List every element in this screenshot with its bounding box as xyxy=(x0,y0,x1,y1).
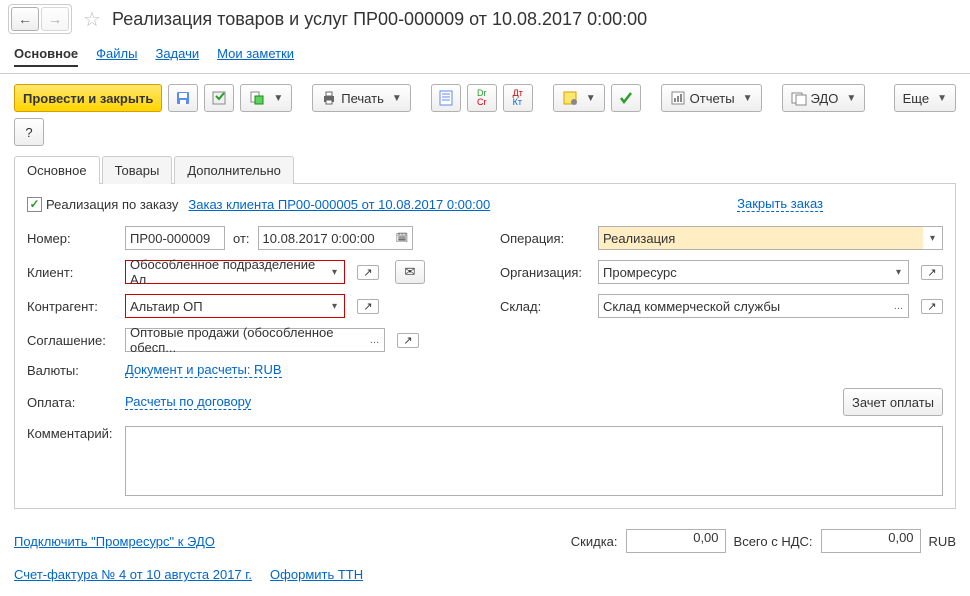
ttn-link[interactable]: Оформить ТТН xyxy=(270,567,363,582)
organization-label: Организация: xyxy=(500,265,590,280)
discount-label: Скидка: xyxy=(571,534,618,549)
operation-input[interactable]: Реализация xyxy=(598,226,923,250)
partner-label: Контрагент: xyxy=(27,299,117,314)
date-input[interactable]: 10.08.2017 0:00:00 xyxy=(258,226,393,250)
warehouse-picker-icon[interactable]: … xyxy=(889,294,909,318)
operation-label: Операция: xyxy=(500,231,590,246)
invoice-link[interactable]: Счет-фактура № 4 от 10 августа 2017 г. xyxy=(14,567,252,582)
comment-textarea[interactable] xyxy=(125,426,943,496)
more-button[interactable]: Еще▼ xyxy=(894,84,956,112)
order-link[interactable]: Заказ клиента ПР00-000005 от 10.08.2017 … xyxy=(188,197,490,212)
post-button[interactable] xyxy=(204,84,234,112)
currency-link[interactable]: Документ и расчеты: RUB xyxy=(125,362,282,378)
tab-main[interactable]: Основное xyxy=(14,156,100,184)
currency-label: Валюты: xyxy=(27,363,117,378)
organization-input[interactable]: Промресурс xyxy=(598,260,889,284)
nav-forward-button[interactable]: → xyxy=(41,7,69,31)
reports-button[interactable]: Отчеты▼ xyxy=(661,84,762,112)
partner-open-button[interactable]: ↗ xyxy=(357,299,379,314)
agreement-label: Соглашение: xyxy=(27,333,117,348)
doc-button[interactable] xyxy=(431,84,461,112)
warehouse-input[interactable]: Склад коммерческой службы xyxy=(598,294,889,318)
agreement-picker-icon[interactable]: … xyxy=(365,328,385,352)
partner-input[interactable]: Альтаир ОП xyxy=(125,294,325,318)
client-open-button[interactable]: ↗ xyxy=(357,265,379,280)
payment-offset-button[interactable]: Зачет оплаты xyxy=(843,388,943,416)
agreement-open-button[interactable]: ↗ xyxy=(397,333,419,348)
number-input[interactable]: ПР00-000009 xyxy=(125,226,225,250)
navtab-notes[interactable]: Мои заметки xyxy=(217,42,294,67)
post-and-close-button[interactable]: Провести и закрыть xyxy=(14,84,162,112)
navtab-files[interactable]: Файлы xyxy=(96,42,137,67)
warehouse-open-button[interactable]: ↗ xyxy=(921,299,943,314)
tab-goods[interactable]: Товары xyxy=(102,156,173,184)
create-based-button[interactable]: ▼ xyxy=(240,84,292,112)
currency-label-footer: RUB xyxy=(929,534,956,549)
dtkt-button[interactable]: ДтКт xyxy=(503,84,533,112)
organization-open-button[interactable]: ↗ xyxy=(921,265,943,280)
tab-extra[interactable]: Дополнительно xyxy=(174,156,294,184)
discount-input[interactable]: 0,00 xyxy=(626,529,726,553)
client-dropdown-icon[interactable]: ▾ xyxy=(325,260,345,284)
total-label: Всего с НДС: xyxy=(734,534,813,549)
client-label: Клиент: xyxy=(27,265,117,280)
operation-dropdown-icon[interactable]: ▾ xyxy=(923,226,943,250)
payment-label: Оплата: xyxy=(27,395,117,410)
calendar-icon[interactable]: 🗓 xyxy=(393,226,413,250)
connect-edo-link[interactable]: Подключить "Промресурс" к ЭДО xyxy=(14,534,215,549)
save-button[interactable] xyxy=(168,84,198,112)
comment-label: Комментарий: xyxy=(27,426,117,441)
drcr-button[interactable]: DrCr xyxy=(467,84,497,112)
agreement-input[interactable]: Оптовые продажи (обособленное обесп... xyxy=(125,328,365,352)
print-button[interactable]: Печать▼ xyxy=(312,84,411,112)
mail-button[interactable]: ✉ xyxy=(395,260,425,284)
client-input[interactable]: Обособленное подразделение Ал xyxy=(125,260,325,284)
total-input[interactable]: 0,00 xyxy=(821,529,921,553)
close-order-link[interactable]: Закрыть заказ xyxy=(737,196,823,212)
navtab-tasks[interactable]: Задачи xyxy=(155,42,199,67)
payment-link[interactable]: Расчеты по договору xyxy=(125,394,251,410)
edo-button[interactable]: ЭДО▼ xyxy=(782,84,866,112)
page-title: Реализация товаров и услуг ПР00-000009 о… xyxy=(112,9,647,30)
help-button[interactable]: ? xyxy=(14,118,44,146)
favorite-star-icon[interactable]: ☆ xyxy=(80,7,104,31)
check-icon: ✓ xyxy=(27,197,42,212)
approve-button[interactable] xyxy=(611,84,641,112)
settings-button[interactable]: ▼ xyxy=(553,84,605,112)
partner-dropdown-icon[interactable]: ▾ xyxy=(325,294,345,318)
warehouse-label: Склад: xyxy=(500,299,590,314)
nav-back-button[interactable]: ← xyxy=(11,7,39,31)
organization-dropdown-icon[interactable]: ▾ xyxy=(889,260,909,284)
number-label: Номер: xyxy=(27,231,117,246)
by-order-checkbox[interactable]: ✓ Реализация по заказу xyxy=(27,197,178,212)
navtab-main[interactable]: Основное xyxy=(14,42,78,67)
